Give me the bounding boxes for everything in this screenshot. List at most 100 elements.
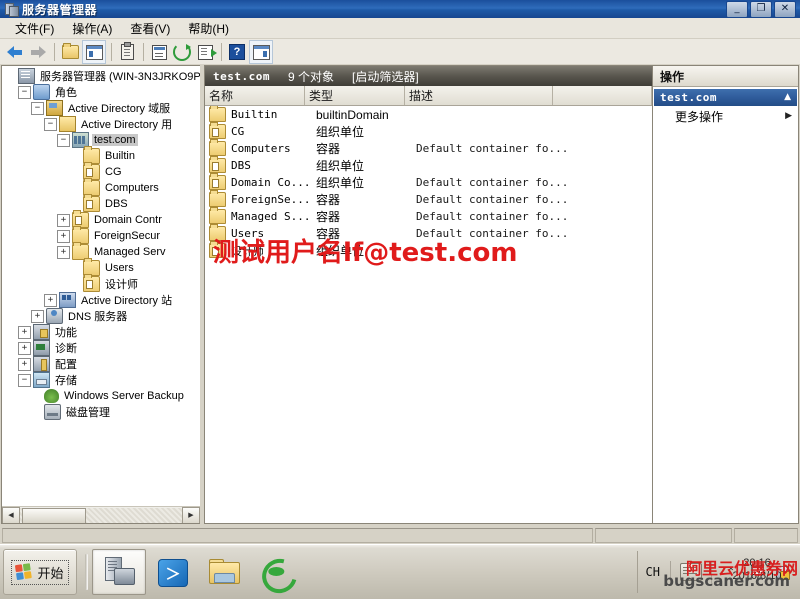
scroll-right-button[interactable]: ▶: [182, 506, 200, 523]
tree-item[interactable]: − Active Directory 域服: [2, 100, 200, 116]
expand-icon[interactable]: +: [57, 229, 70, 243]
ime-indicator[interactable]: CH: [642, 565, 664, 579]
tree-item[interactable]: 设计师: [2, 274, 200, 292]
help-icon[interactable]: ?: [226, 41, 248, 63]
collapse-icon[interactable]: −: [57, 133, 70, 147]
tree-item[interactable]: + 功能: [2, 324, 200, 340]
console-tree[interactable]: 服务器管理器 (WIN-3N3JRKO9PR − 角色 − Active Directo…: [2, 68, 200, 507]
container-folder-icon: [209, 224, 226, 241]
tree-item[interactable]: Windows Server Backup: [2, 388, 200, 404]
tree-item[interactable]: DBS: [2, 194, 200, 212]
restore-button[interactable]: ❐: [750, 0, 772, 18]
collapse-icon[interactable]: −: [18, 373, 31, 387]
tree-item[interactable]: Computers: [2, 178, 200, 196]
scroll-track[interactable]: [20, 507, 182, 523]
action-more-actions[interactable]: 更多操作 ▶: [653, 106, 798, 126]
forward-arrow-icon[interactable]: [27, 41, 49, 63]
collapse-icon[interactable]: −: [18, 85, 31, 99]
table-row[interactable]: DBS 组织单位: [205, 156, 652, 174]
tree-item-icon: [18, 68, 35, 84]
column-type[interactable]: 类型: [305, 86, 405, 105]
clock[interactable]: 20:16 2016/8/10: [720, 557, 794, 583]
back-arrow-icon[interactable]: [4, 41, 26, 63]
menu-view[interactable]: 查看(V): [121, 18, 179, 39]
tree-item[interactable]: + 诊断: [2, 340, 200, 356]
table-row[interactable]: ForeignSe... 容器 Default container fo...: [205, 190, 652, 208]
taskbar-explorer[interactable]: [198, 550, 250, 594]
taskbar-server-manager[interactable]: [92, 549, 146, 595]
clipboard-icon[interactable]: [116, 41, 138, 63]
table-row[interactable]: Computers 容器 Default container fo...: [205, 139, 652, 157]
expand-icon[interactable]: +: [18, 341, 31, 355]
tree-item[interactable]: − 角色: [2, 84, 200, 100]
show-pane-icon[interactable]: [249, 40, 273, 64]
tree-item[interactable]: + 配置: [2, 356, 200, 372]
table-row[interactable]: Users 容器 Default container fo...: [205, 224, 652, 242]
table-row[interactable]: CG 组织单位: [205, 122, 652, 140]
table-row[interactable]: 设计师 组织单位: [205, 241, 652, 259]
taskbar-powershell[interactable]: ＞: [146, 550, 198, 594]
column-name[interactable]: 名称: [205, 86, 305, 105]
minimize-button[interactable]: _: [726, 0, 748, 18]
tree-horizontal-scrollbar[interactable]: ◀ ▶: [2, 506, 200, 523]
menu-file[interactable]: 文件(F): [6, 18, 63, 39]
cell-type: 容器: [316, 210, 341, 224]
expand-icon[interactable]: +: [18, 325, 31, 339]
tree-item-label: 角色: [55, 87, 77, 99]
column-extra[interactable]: [553, 86, 652, 105]
taskbar-ie[interactable]: [250, 550, 304, 599]
tree-item[interactable]: CG: [2, 162, 200, 180]
tree-item-label: 存储: [55, 375, 77, 387]
tree-item[interactable]: − test.com: [2, 132, 200, 148]
tree-item[interactable]: Builtin: [2, 146, 200, 164]
column-description[interactable]: 描述: [405, 86, 553, 105]
tree-toggle-none: [5, 71, 16, 82]
tree-item[interactable]: + Managed Serv: [2, 242, 200, 260]
tree-item[interactable]: − 存储: [2, 372, 200, 388]
window-controls: _ ❐ ✕: [726, 0, 798, 18]
tree-item[interactable]: + DNS 服务器: [2, 308, 200, 324]
toolbar: ?: [0, 39, 800, 66]
tree-item[interactable]: + Domain Contr: [2, 210, 200, 228]
scroll-thumb[interactable]: [22, 507, 86, 523]
tray-divider-1: [670, 561, 671, 583]
status-bar: [0, 527, 800, 545]
tree-item[interactable]: − Active Directory 用: [2, 116, 200, 132]
tree-item[interactable]: 磁盘管理: [2, 404, 200, 420]
show-tree-icon[interactable]: [82, 40, 106, 64]
expand-icon[interactable]: +: [44, 293, 57, 307]
tree-item-label: 配置: [55, 359, 77, 371]
menu-help[interactable]: 帮助(H): [179, 18, 238, 39]
expand-icon[interactable]: +: [18, 357, 31, 371]
refresh-icon[interactable]: [171, 41, 193, 63]
server-manager-screen: 服务器管理器 _ ❐ ✕ 文件(F) 操作(A) 查看(V) 帮助(H) ? 服…: [0, 0, 800, 599]
scroll-left-button[interactable]: ◀: [2, 506, 20, 523]
tree-item[interactable]: + Active Directory 站: [2, 292, 200, 308]
windows-flag-icon: [15, 562, 34, 581]
close-button[interactable]: ✕: [774, 0, 796, 18]
export-list-icon[interactable]: [194, 41, 217, 63]
tree-item[interactable]: Users: [2, 258, 200, 276]
properties-icon[interactable]: [148, 41, 170, 63]
expand-icon[interactable]: +: [31, 309, 44, 323]
expand-icon[interactable]: +: [57, 245, 70, 259]
table-row[interactable]: Domain Co... 组织单位 Default container fo...: [205, 173, 652, 191]
chevron-up-icon[interactable]: ▲: [784, 93, 791, 102]
server-manager-window: 服务器管理器 _ ❐ ✕ 文件(F) 操作(A) 查看(V) 帮助(H) ? 服…: [0, 0, 800, 545]
collapse-icon[interactable]: −: [44, 117, 57, 131]
cell-name: ForeignSe...: [231, 193, 311, 206]
expand-icon[interactable]: +: [57, 213, 70, 227]
table-row[interactable]: Managed S... 容器 Default container fo...: [205, 207, 652, 225]
collapse-icon[interactable]: −: [31, 101, 44, 115]
menu-action[interactable]: 操作(A): [63, 18, 121, 39]
taskbar: 开始 ＞ CH ⌃ 20:16 2016/8/10 阿里云优惠券网 bugsca…: [0, 544, 800, 599]
actions-group-testcom[interactable]: test.com ▲: [654, 89, 797, 106]
tree-item[interactable]: + ForeignSecur: [2, 226, 200, 244]
tree-item[interactable]: 服务器管理器 (WIN-3N3JRKO9PR: [2, 68, 200, 84]
start-button[interactable]: 开始: [3, 549, 77, 595]
keyboard-icon[interactable]: [680, 563, 702, 581]
tree-item-label: 服务器管理器 (WIN-3N3JRKO9PR: [40, 71, 200, 83]
folder-up-icon[interactable]: [59, 41, 81, 63]
table-row[interactable]: Builtin builtinDomain: [205, 106, 652, 123]
status-pane-1: [2, 528, 593, 543]
